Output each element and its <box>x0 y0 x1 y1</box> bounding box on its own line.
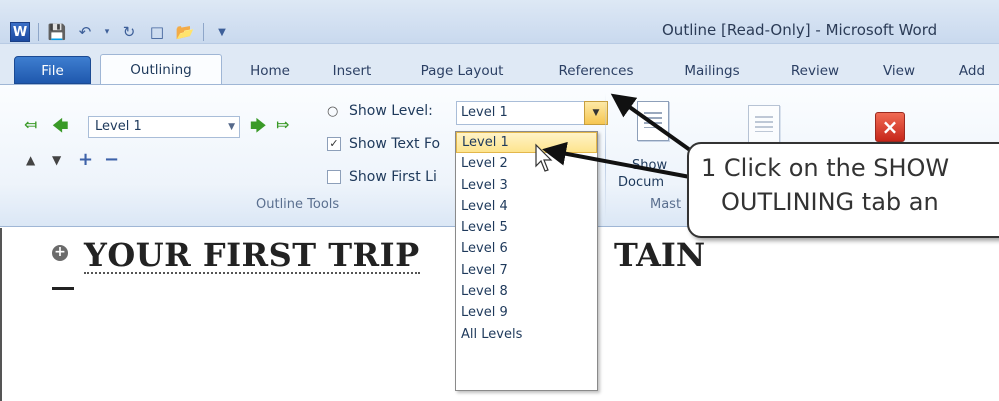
arrow-to-show-level-combo <box>610 93 692 152</box>
callout-line-1: 1 Click on the SHOW <box>701 154 950 182</box>
arrow-to-level-1 <box>542 141 691 179</box>
callout-line-2: OUTLINING tab an <box>721 188 939 216</box>
instruction-callout: 1 Click on the SHOW OUTLINING tab an <box>687 142 999 238</box>
